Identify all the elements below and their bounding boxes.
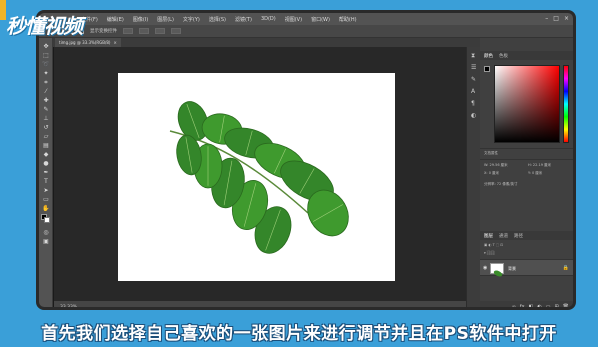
monitor-screen: 文件(F) 编辑(E) 图像(I) 图层(L) 文字(Y) 选择(S) 滤镜(T) 3D(D)… — [36, 10, 576, 310]
align-center-button[interactable] — [139, 28, 149, 34]
new-group-icon[interactable]: ▭ — [546, 304, 551, 307]
tab-swatches[interactable]: 色板 — [499, 53, 508, 59]
layer-name: 背景 — [508, 266, 516, 271]
prop-height: H: 22.19 厘米 — [528, 163, 552, 167]
eyedropper-tool-icon[interactable]: ⁄ — [42, 89, 50, 95]
delete-layer-icon[interactable]: 🗑 — [563, 304, 569, 307]
path-select-tool-icon[interactable]: ➤ — [42, 188, 50, 194]
add-mask-icon[interactable]: ◧ — [529, 304, 534, 307]
menu-item-0[interactable]: 文件(F) — [81, 16, 98, 23]
document-tab-title: timg.jpg @ 33.3%(RGB/8) — [59, 40, 111, 45]
move-tool-icon[interactable]: ✥ — [42, 44, 50, 50]
eraser-tool-icon[interactable]: ▱ — [42, 134, 50, 140]
layers-footer: ∞ fx ◧ ◐ ▭ ⊞ 🗑 — [480, 301, 573, 307]
new-layer-icon[interactable]: ⊞ — [554, 304, 558, 307]
menu-item-6[interactable]: 滤镜(T) — [235, 16, 252, 23]
marquee-tool-icon[interactable]: ⬚ — [42, 53, 50, 59]
link-layers-icon[interactable]: ∞ — [512, 304, 516, 307]
menu-item-8[interactable]: 视图(V) — [285, 16, 302, 23]
brush-settings-icon[interactable]: ✎ — [471, 77, 477, 83]
layer-row-background[interactable]: ◉ 背景 🔒 — [480, 259, 573, 277]
brush-tool-icon[interactable]: ✎ — [42, 107, 50, 113]
right-panels: 颜色 色板 文档属性 W: 29.56 厘米 H: 22.19 厘米 X: 0 … — [480, 38, 573, 307]
subtitle-caption: 首先我们选择自己喜欢的一张图片来进行调节并且在PS软件中打开 — [0, 316, 598, 347]
color-panel-header: 颜色 色板 — [480, 51, 573, 60]
tools-panel: ✥ ⬚ ➰ ✦ ⌗ ⁄ ✚ ✎ ⊥ ↺ ▱ ▤ ◆ ● ✒ T ➤ ▭ ✋ ◎ … — [39, 38, 53, 307]
distribute-button[interactable] — [171, 28, 181, 34]
menu-item-9[interactable]: 窗口(W) — [311, 16, 330, 23]
options-bar: 显示变换控件 — [39, 25, 573, 38]
menu-item-5[interactable]: 选择(S) — [209, 16, 226, 23]
document-tab[interactable]: timg.jpg @ 33.3%(RGB/8) × — [55, 38, 121, 47]
layer-style-icon[interactable]: fx — [520, 304, 525, 307]
tab-paths[interactable]: 路径 — [514, 233, 523, 239]
menu-item-1[interactable]: 编辑(E) — [107, 16, 124, 23]
history-brush-tool-icon[interactable]: ↺ — [42, 125, 50, 131]
hand-tool-icon[interactable]: ✋ — [42, 206, 50, 212]
close-button[interactable]: × — [564, 15, 569, 22]
dodge-tool-icon[interactable]: ● — [42, 161, 50, 167]
hue-slider[interactable] — [563, 65, 569, 143]
quick-mask-icon[interactable]: ◎ — [42, 230, 50, 236]
screen-mode-icon[interactable]: ▣ — [42, 239, 50, 245]
layers-panel-header: 图层 通道 路径 — [480, 231, 573, 240]
clone-stamp-tool-icon[interactable]: ⊥ — [42, 116, 50, 122]
adjustments-icon[interactable]: ◐ — [471, 113, 477, 119]
show-transform-label: 显示变换控件 — [90, 29, 117, 34]
window-controls: – □ × — [545, 15, 569, 22]
collapsed-panel-dock: ⧗ ☰ ✎ A ¶ ◐ — [466, 47, 480, 307]
prop-resolution: 分辨率: 72 像素/英寸 — [484, 182, 518, 186]
color-field[interactable] — [494, 65, 560, 143]
align-left-button[interactable] — [123, 28, 133, 34]
align-right-button[interactable] — [155, 28, 165, 34]
document-tab-close-icon[interactable]: × — [113, 40, 116, 45]
prop-width: W: 29.56 厘米 — [484, 163, 508, 167]
adjustment-layer-icon[interactable]: ◐ — [537, 304, 541, 307]
watermark-logo: 秒懂视频 — [6, 14, 83, 38]
document-tab-bar: timg.jpg @ 33.3%(RGB/8) × — [53, 38, 483, 47]
leaf-branch-image — [169, 101, 349, 254]
history-icon[interactable]: ⧗ — [471, 53, 477, 59]
lasso-tool-icon[interactable]: ➰ — [42, 62, 50, 68]
shape-tool-icon[interactable]: ▭ — [42, 197, 50, 203]
caption-text: 首先我们选择自己喜欢的一张图片来进行调节并且在PS软件中打开 — [41, 324, 557, 344]
menu-item-10[interactable]: 帮助(H) — [339, 16, 357, 23]
layer-filter-icon[interactable]: ▣ ◐ T ⬚ ⊡ — [484, 243, 503, 247]
menu-bar: 文件(F) 编辑(E) 图像(I) 图层(L) 文字(Y) 选择(S) 滤镜(T) 3D(D)… — [39, 13, 573, 25]
pen-tool-icon[interactable]: ✒ — [42, 170, 50, 176]
prop-y: Y: 0 厘米 — [528, 171, 543, 175]
menu-item-3[interactable]: 图层(L) — [157, 16, 174, 23]
blend-mode-select[interactable]: ▾ ░░░ — [484, 251, 495, 255]
zoom-level: 33.33% — [60, 304, 78, 310]
menu-item-4[interactable]: 文字(Y) — [183, 16, 200, 23]
panel-foreground-swatch[interactable] — [484, 66, 490, 72]
tab-layers[interactable]: 图层 — [484, 233, 493, 239]
properties-icon[interactable]: ☰ — [471, 65, 477, 71]
visibility-eye-icon[interactable]: ◉ — [483, 265, 487, 271]
lock-icon: 🔒 — [562, 265, 569, 271]
healing-brush-tool-icon[interactable]: ✚ — [42, 98, 50, 104]
text-tool-icon[interactable]: T — [42, 179, 50, 185]
tab-color[interactable]: 颜色 — [484, 53, 493, 59]
maximize-button[interactable]: □ — [553, 15, 559, 22]
properties-title: 文档属性 — [484, 151, 498, 155]
status-bar: 33.33% — [54, 301, 466, 310]
blur-tool-icon[interactable]: ◆ — [42, 152, 50, 158]
canvas-area[interactable] — [54, 47, 466, 301]
paragraph-icon[interactable]: ¶ — [471, 101, 477, 107]
character-icon[interactable]: A — [471, 89, 477, 95]
magic-wand-tool-icon[interactable]: ✦ — [42, 71, 50, 77]
document-canvas[interactable] — [118, 73, 395, 281]
layer-thumbnail — [490, 263, 504, 277]
menu-item-2[interactable]: 图像(I) — [133, 16, 148, 23]
crop-tool-icon[interactable]: ⌗ — [42, 80, 50, 86]
tab-channels[interactable]: 通道 — [499, 233, 508, 239]
minimize-button[interactable]: – — [545, 15, 548, 22]
background-color-swatch[interactable] — [44, 217, 50, 223]
menu-item-7[interactable]: 3D(D) — [261, 16, 276, 22]
gradient-tool-icon[interactable]: ▤ — [42, 143, 50, 149]
prop-x: X: 0 厘米 — [484, 171, 500, 175]
